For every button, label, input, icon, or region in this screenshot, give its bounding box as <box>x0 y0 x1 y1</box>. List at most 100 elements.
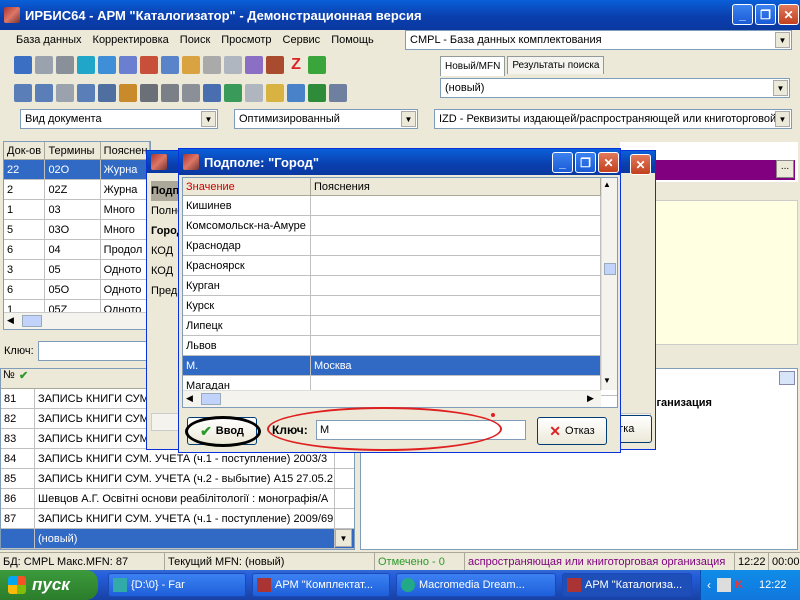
col-number[interactable]: № <box>1 369 19 388</box>
start-button[interactable]: пуск <box>0 570 98 600</box>
menu-help[interactable]: Помощь <box>331 34 374 46</box>
value-row[interactable]: М. Москва <box>183 356 617 376</box>
value-row[interactable]: Курган <box>183 276 617 296</box>
menu-view[interactable]: Просмотр <box>221 34 271 46</box>
col-explanation[interactable]: Пояснения <box>311 178 601 196</box>
form2-icon[interactable] <box>35 84 53 102</box>
run-icon[interactable] <box>224 84 242 102</box>
menu-database[interactable]: База данных <box>16 34 82 46</box>
list-icon[interactable] <box>161 56 179 74</box>
minimize-button[interactable]: _ <box>732 4 753 25</box>
col-value[interactable]: Значение <box>183 178 311 196</box>
tab-search-results[interactable]: Результаты поиска <box>507 56 605 74</box>
value-row[interactable]: Комсомольск-на-Амуре <box>183 216 617 236</box>
new-icon[interactable] <box>14 56 32 74</box>
tab-new-mfn[interactable]: Новый/MFN <box>440 56 506 76</box>
col-notes[interactable]: Пояснен <box>100 142 150 160</box>
menu-search[interactable]: Поиск <box>180 34 210 46</box>
folder-icon[interactable] <box>161 84 179 102</box>
back-icon[interactable] <box>77 56 95 74</box>
view-select[interactable]: Вид документа ▼ <box>20 109 218 129</box>
value-row[interactable]: Липецк <box>183 316 617 336</box>
scroll-down-icon[interactable]: ▼ <box>603 376 611 385</box>
database-select[interactable]: CMPL - База данных комплектования ▼ <box>405 30 792 50</box>
taskbar-item-far[interactable]: {D:\0} - Far <box>108 573 246 597</box>
maximize-button[interactable]: ❐ <box>755 4 776 25</box>
col-terms[interactable]: Термины <box>45 142 101 160</box>
edit-icon[interactable] <box>182 56 200 74</box>
chevron-down-icon[interactable]: ▼ <box>335 529 352 547</box>
save-icon[interactable] <box>35 56 53 74</box>
value-row[interactable]: Кишинев <box>183 196 617 216</box>
print-icon[interactable] <box>779 371 795 385</box>
doc2-icon[interactable] <box>287 84 305 102</box>
value-row[interactable]: Львов <box>183 336 617 356</box>
dictionary-row[interactable]: 3 05 Одното <box>4 260 150 280</box>
record-select[interactable]: (новый) ▼ <box>440 78 790 98</box>
record-row[interactable]: 87 ЗАПИСЬ КНИГИ СУМ. УЧЕТА (ч.1 - поступл… <box>1 509 354 529</box>
menu-service[interactable]: Сервис <box>283 34 321 46</box>
dictionary-row[interactable]: 6 05O Одното <box>4 280 150 300</box>
scroll-up-icon[interactable]: ▲ <box>603 180 611 189</box>
scroll-left-icon[interactable]: ◀ <box>186 393 193 404</box>
z-icon[interactable]: Z <box>287 56 305 74</box>
excel-icon[interactable] <box>308 84 326 102</box>
menu-correction[interactable]: Корректировка <box>93 34 169 46</box>
forward-icon[interactable] <box>98 56 116 74</box>
dialog-minimize-button[interactable]: _ <box>552 152 573 173</box>
dictionary-row[interactable]: 5 03O Много <box>4 220 150 240</box>
scroll-left-icon[interactable]: ◀ <box>7 315 14 326</box>
left-key-input[interactable] <box>37 341 150 361</box>
dictionary-row[interactable]: 1 03 Много <box>4 200 150 220</box>
value-row[interactable]: Красноярск <box>183 256 617 276</box>
tray-app-icon[interactable] <box>717 578 731 592</box>
delete-icon[interactable] <box>203 56 221 74</box>
tray-k-icon[interactable]: K <box>735 579 743 591</box>
value-row[interactable]: Курск <box>183 296 617 316</box>
check-icon[interactable]: ✔ <box>19 369 35 388</box>
field-select[interactable]: IZD - Реквизиты издающей/распространяюще… <box>434 109 792 129</box>
dictionary-hscroll[interactable]: ◀ <box>4 312 150 329</box>
copy-icon[interactable] <box>119 56 137 74</box>
close-button[interactable]: ✕ <box>778 4 799 25</box>
record-row[interactable]: 86 Шевцов А.Г. Освітні основи реабілітоло… <box>1 489 354 509</box>
form3-icon[interactable] <box>56 84 74 102</box>
irbis-icon[interactable] <box>266 56 284 74</box>
taskbar-item-komplekt[interactable]: АРМ "Комплектат... <box>252 573 390 597</box>
table-icon[interactable] <box>140 56 158 74</box>
pages-icon[interactable] <box>245 84 263 102</box>
dialog-maximize-button[interactable]: ❐ <box>575 152 596 173</box>
taskbar-item-dreamweaver[interactable]: Macromedia Dream... <box>396 573 556 597</box>
background-dialog-close-button[interactable]: ✕ <box>630 154 651 175</box>
col-docs[interactable]: Док-ов <box>4 142 46 160</box>
print-icon[interactable] <box>182 84 200 102</box>
scroll-thumb[interactable] <box>604 263 616 275</box>
undo-icon[interactable] <box>56 56 74 74</box>
dialog-close-button[interactable]: ✕ <box>598 152 619 173</box>
form1-icon[interactable] <box>14 84 32 102</box>
print-preview-icon[interactable] <box>140 84 158 102</box>
brush-icon[interactable] <box>119 84 137 102</box>
doc-icon[interactable] <box>224 56 242 74</box>
record-row[interactable]: 85 ЗАПИСЬ КНИГИ СУМ. УЧЕТА (ч.2 - выбытие… <box>1 469 354 489</box>
values-hscroll[interactable]: ◀ ▶ <box>183 390 601 407</box>
import-icon[interactable] <box>266 84 284 102</box>
value-row[interactable]: Краснодар <box>183 236 617 256</box>
form4-icon[interactable] <box>77 84 95 102</box>
ellipsis-button[interactable]: ... <box>776 160 794 178</box>
dictionary-row[interactable]: 2 02Z Журна <box>4 180 150 200</box>
arrow-icon[interactable] <box>308 56 326 74</box>
dictionary-row[interactable]: 6 04 Продол <box>4 240 150 260</box>
export-icon[interactable] <box>245 56 263 74</box>
settings-icon[interactable] <box>329 84 347 102</box>
taskbar-item-katalog[interactable]: АРМ "Каталогиза... <box>562 573 692 597</box>
record-row[interactable]: (новый) <box>1 529 354 549</box>
values-vscroll[interactable]: ▲ ▼ <box>601 178 617 390</box>
scroll-thumb[interactable] <box>201 393 221 405</box>
form5-icon[interactable] <box>98 84 116 102</box>
cancel-button[interactable]: ✕ Отказ <box>537 417 607 445</box>
scroll-thumb[interactable] <box>22 315 42 327</box>
scroll-right-icon[interactable]: ▶ <box>587 393 594 404</box>
dictionary-row[interactable]: 22 02O Журна <box>4 160 150 180</box>
format-select[interactable]: Оптимизированный ▼ <box>234 109 418 129</box>
